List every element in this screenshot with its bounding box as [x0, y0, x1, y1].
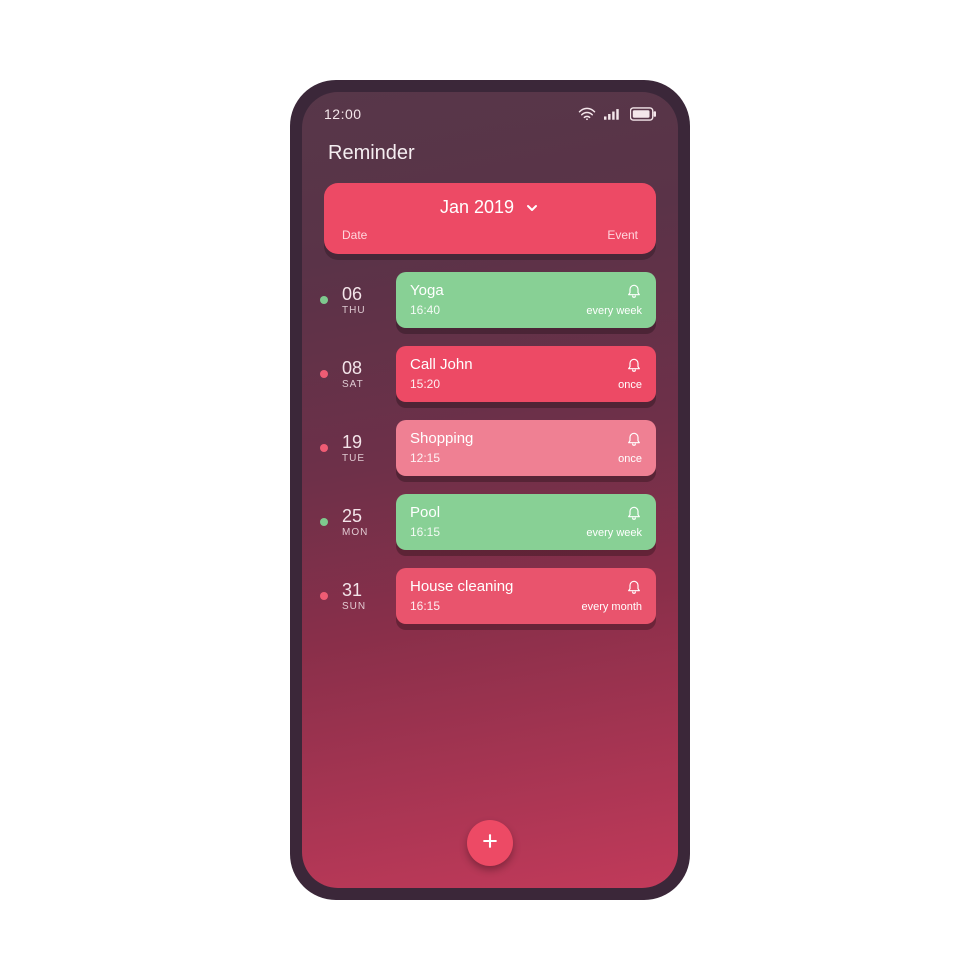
reminder-card[interactable]: Yoga 16:40 every week — [396, 272, 656, 328]
add-reminder-button[interactable] — [467, 820, 513, 866]
date-column: 31 SUN — [342, 581, 382, 612]
reminder-info: House cleaning 16:15 — [410, 578, 513, 613]
reminder-row: 19 TUE Shopping 12:15 once — [320, 420, 656, 476]
day-of-week: THU — [342, 305, 382, 316]
bell-icon — [626, 578, 642, 597]
chevron-down-icon — [524, 200, 540, 216]
phone-frame: 12:00 — [290, 80, 690, 900]
day-number: 06 — [342, 285, 382, 303]
date-column: 06 THU — [342, 285, 382, 316]
month-selector-card: Jan 2019 Date Event — [324, 183, 656, 254]
month-column-headers: Date Event — [342, 228, 638, 242]
screen: 12:00 — [302, 92, 678, 888]
status-bar: 12:00 — [302, 92, 678, 128]
day-number: 31 — [342, 581, 382, 599]
reminder-list[interactable]: 06 THU Yoga 16:40 every week 08 SAT Call John 15… — [302, 272, 678, 888]
status-icons — [578, 107, 656, 121]
status-dot — [320, 296, 328, 304]
bell-icon — [626, 282, 642, 301]
reminder-title: Call John — [410, 356, 473, 373]
reminder-card[interactable]: Pool 16:15 every week — [396, 494, 656, 550]
day-of-week: SAT — [342, 379, 382, 390]
month-selector[interactable]: Jan 2019 — [342, 195, 638, 228]
day-of-week: MON — [342, 527, 382, 538]
reminder-title: Yoga — [410, 282, 444, 299]
month-label: Jan 2019 — [440, 197, 514, 218]
day-of-week: TUE — [342, 453, 382, 464]
reminder-time: 16:40 — [410, 303, 444, 317]
reminder-title: Pool — [410, 504, 440, 521]
reminder-info: Yoga 16:40 — [410, 282, 444, 317]
status-dot — [320, 444, 328, 452]
repeat-label: every month — [581, 601, 642, 613]
reminder-meta: every month — [581, 578, 642, 613]
reminder-card[interactable]: House cleaning 16:15 every month — [396, 568, 656, 624]
battery-icon — [630, 107, 656, 121]
reminder-row: 08 SAT Call John 15:20 once — [320, 346, 656, 402]
reminder-time: 16:15 — [410, 525, 440, 539]
reminder-meta: once — [618, 356, 642, 391]
signal-icon — [604, 107, 622, 121]
reminder-info: Shopping 12:15 — [410, 430, 473, 465]
reminder-time: 12:15 — [410, 451, 473, 465]
header-event: Event — [607, 228, 638, 242]
status-dot — [320, 518, 328, 526]
reminder-title: Shopping — [410, 430, 473, 447]
reminder-meta: every week — [586, 282, 642, 317]
date-column: 19 TUE — [342, 433, 382, 464]
repeat-label: once — [618, 379, 642, 391]
reminder-card[interactable]: Shopping 12:15 once — [396, 420, 656, 476]
reminder-title: House cleaning — [410, 578, 513, 595]
status-dot — [320, 370, 328, 378]
repeat-label: every week — [586, 305, 642, 317]
date-column: 08 SAT — [342, 359, 382, 390]
reminder-row: 06 THU Yoga 16:40 every week — [320, 272, 656, 328]
reminder-card[interactable]: Call John 15:20 once — [396, 346, 656, 402]
date-column: 25 MON — [342, 507, 382, 538]
reminder-time: 15:20 — [410, 377, 473, 391]
reminder-meta: every week — [586, 504, 642, 539]
repeat-label: every week — [586, 527, 642, 539]
day-number: 08 — [342, 359, 382, 377]
reminder-row: 25 MON Pool 16:15 every week — [320, 494, 656, 550]
bell-icon — [626, 356, 642, 375]
plus-icon — [480, 831, 500, 856]
day-number: 19 — [342, 433, 382, 451]
reminder-info: Call John 15:20 — [410, 356, 473, 391]
day-number: 25 — [342, 507, 382, 525]
reminder-time: 16:15 — [410, 599, 513, 613]
page-title: Reminder — [302, 128, 678, 179]
reminder-row: 31 SUN House cleaning 16:15 every month — [320, 568, 656, 624]
repeat-label: once — [618, 453, 642, 465]
bell-icon — [626, 430, 642, 449]
wifi-icon — [578, 107, 596, 121]
status-time: 12:00 — [324, 106, 362, 122]
status-dot — [320, 592, 328, 600]
day-of-week: SUN — [342, 601, 382, 612]
header-date: Date — [342, 228, 367, 242]
bell-icon — [626, 504, 642, 523]
reminder-meta: once — [618, 430, 642, 465]
reminder-info: Pool 16:15 — [410, 504, 440, 539]
